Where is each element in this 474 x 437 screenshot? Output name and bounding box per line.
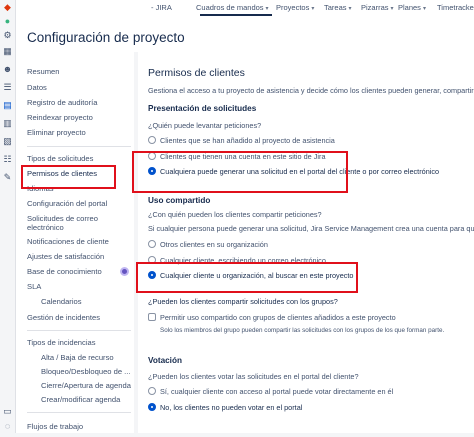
- users-icon[interactable]: ☻: [2, 64, 13, 75]
- radio-project-customers[interactable]: Clientes que se han añadido al proyecto …: [148, 135, 335, 145]
- settings-icon[interactable]: ⚙: [2, 30, 13, 41]
- nav-boards-label: Pizarras: [361, 3, 389, 12]
- sidebar-item-workflows[interactable]: Flujos de trabajo: [27, 422, 83, 431]
- nav-projects-label: Proyectos: [276, 3, 310, 12]
- option-label: Clientes que se han añadido al proyecto …: [160, 135, 335, 145]
- radio-voting-yes[interactable]: Sí, cualquier cliente con acceso al port…: [148, 386, 393, 396]
- nav-issues[interactable]: Tareas ▾: [324, 3, 352, 12]
- radio-button[interactable]: [148, 136, 156, 144]
- intro-text: Gestiona el acceso a tu proyecto de asis…: [148, 86, 474, 95]
- sidebar-item-issue-type[interactable]: Alta / Baja de recurso: [41, 353, 114, 362]
- nav-timetracker[interactable]: Timetracker: [437, 3, 474, 12]
- app-switcher-icon[interactable]: ◆: [2, 2, 13, 13]
- icon-rail: ◆ ● ⚙ ▦ ☻ ☰ ▤ ▥ ▧ ☷ ✎ ▭ ◌: [0, 0, 16, 437]
- radio-button[interactable]: [148, 240, 156, 248]
- highlight-box-sidebar: [21, 165, 116, 189]
- share-with-question: ¿Con quién pueden los clientes compartir…: [148, 210, 322, 219]
- radio-button[interactable]: [148, 387, 156, 395]
- shortcut-icon[interactable]: ✎: [2, 172, 13, 183]
- sidebar-item-customer-notifications[interactable]: Notificaciones de cliente: [27, 237, 109, 246]
- sidebar-item-reindex[interactable]: Reindexar proyecto: [27, 113, 93, 122]
- page-title: Configuración de proyecto: [27, 30, 185, 45]
- sidebar-item-calendars[interactable]: Calendarios: [41, 297, 82, 306]
- nav-plans-label: Planes: [398, 3, 421, 12]
- chevron-down-icon: ▾: [311, 6, 315, 12]
- share-groups-note: Solo los miembros del grupo pueden compa…: [160, 327, 445, 334]
- nav-plans[interactable]: Planes ▾: [398, 3, 426, 12]
- voting-question: ¿Pueden los clientes votar las solicitud…: [148, 372, 359, 381]
- sidebar-item-details[interactable]: Datos: [27, 83, 47, 92]
- who-can-raise-question: ¿Quién puede levantar peticiones?: [148, 121, 262, 130]
- option-label: Otros clientes en su organización: [160, 239, 268, 249]
- radio-share-organization[interactable]: Otros clientes en su organización: [148, 239, 268, 249]
- chevron-down-icon: ▾: [390, 6, 394, 12]
- list-icon[interactable]: ☰: [2, 82, 13, 93]
- nav-dashboards[interactable]: Cuadros de mandos ▾: [196, 3, 269, 12]
- horizontal-scrollbar[interactable]: [0, 433, 474, 437]
- nav-issues-label: Tareas: [324, 3, 347, 12]
- sidebar-item-issue-type[interactable]: Crear/modificar agenda: [41, 395, 120, 404]
- section-title: Permisos de clientes: [148, 67, 245, 79]
- sidebar-item-audit-log[interactable]: Registro de auditoría: [27, 98, 98, 107]
- checkbox[interactable]: [148, 313, 156, 321]
- sidebar-item-issue-type[interactable]: Cierre/Apertura de agenda: [41, 381, 131, 390]
- option-label: No, los clientes no pueden votar en el p…: [160, 402, 303, 412]
- chevron-down-icon: ▾: [422, 6, 426, 12]
- help-icon[interactable]: ◌: [2, 421, 13, 432]
- sidebar-divider: [27, 330, 131, 331]
- voting-heading: Votación: [148, 356, 182, 365]
- radio-button-selected[interactable]: [148, 403, 156, 411]
- nav-projects[interactable]: Proyectos ▾: [276, 3, 314, 12]
- sidebar-divider: [27, 146, 131, 147]
- channels-icon[interactable]: ☷: [2, 154, 13, 165]
- sidebar-item-portal-settings[interactable]: Configuración del portal: [27, 199, 107, 208]
- customer-permissions-panel: Permisos de clientes Gestiona el acceso …: [139, 52, 474, 437]
- highlight-box-sharing: [136, 262, 358, 293]
- knowledge-base-indicator-icon: [120, 267, 129, 276]
- chevron-down-icon: ▾: [348, 6, 352, 12]
- sharing-description: Si cualquier persona puede generar una s…: [148, 224, 474, 233]
- option-label: Sí, cualquier cliente con acceso al port…: [160, 386, 394, 396]
- chevron-down-icon: ▾: [265, 6, 269, 12]
- sharing-heading: Uso compartido: [148, 196, 211, 205]
- sidebar-item-email-requests[interactable]: Solicitudes de correo electrónico: [27, 214, 131, 232]
- sidebar-item-incident-management[interactable]: Gestión de incidentes: [27, 313, 100, 322]
- top-navigation: ⌂ - JIRA Cuadros de mandos▾ Proyectos▾ T…: [0, 0, 474, 18]
- nav-boards[interactable]: Pizarras ▾: [361, 3, 394, 12]
- radio-voting-no[interactable]: No, los clientes no pueden votar en el p…: [148, 402, 302, 412]
- sidebar-item-issue-type[interactable]: Bloqueo/Desbloqueo de ...: [41, 367, 131, 376]
- sidebar-item-request-types[interactable]: Tipos de solicitudes: [27, 154, 93, 163]
- queue-icon[interactable]: ▤: [2, 100, 13, 111]
- sidebar-item-sla[interactable]: SLA: [27, 282, 41, 291]
- checkbox-label: Permitir uso compartido con grupos de cl…: [160, 312, 396, 322]
- kb-icon[interactable]: ▧: [2, 136, 13, 147]
- nav-dashboards-label: Cuadros de mandos: [196, 3, 264, 12]
- sidebar-divider: [27, 412, 131, 413]
- sidebar-item-summary[interactable]: Resumen: [27, 67, 60, 76]
- project-avatar-icon[interactable]: ●: [2, 16, 13, 27]
- reports-icon[interactable]: ▥: [2, 118, 13, 129]
- sidebar-item-issue-types[interactable]: Tipos de incidencias: [27, 338, 96, 347]
- grid-icon[interactable]: ▦: [2, 46, 13, 57]
- sidebar-item-delete[interactable]: Eliminar proyecto: [27, 128, 86, 137]
- share-groups-question: ¿Pueden los clientes compartir solicitud…: [148, 297, 338, 306]
- sidebar-item-knowledge-base[interactable]: Base de conocimiento: [27, 267, 102, 276]
- nav-project[interactable]: - JIRA: [151, 3, 172, 12]
- settings-sidebar: Resumen Datos Registro de auditoría Rein…: [16, 60, 134, 437]
- request-submission-heading: Presentación de solicitudes: [148, 104, 257, 113]
- highlight-box-submission: [132, 151, 348, 193]
- sidebar-scrollbar[interactable]: [134, 52, 138, 437]
- checkbox-share-groups[interactable]: Permitir uso compartido con grupos de cl…: [148, 312, 396, 322]
- active-nav-underline: [200, 14, 272, 16]
- terminal-icon[interactable]: ▭: [2, 406, 13, 417]
- sidebar-item-satisfaction[interactable]: Ajustes de satisfacción: [27, 252, 104, 261]
